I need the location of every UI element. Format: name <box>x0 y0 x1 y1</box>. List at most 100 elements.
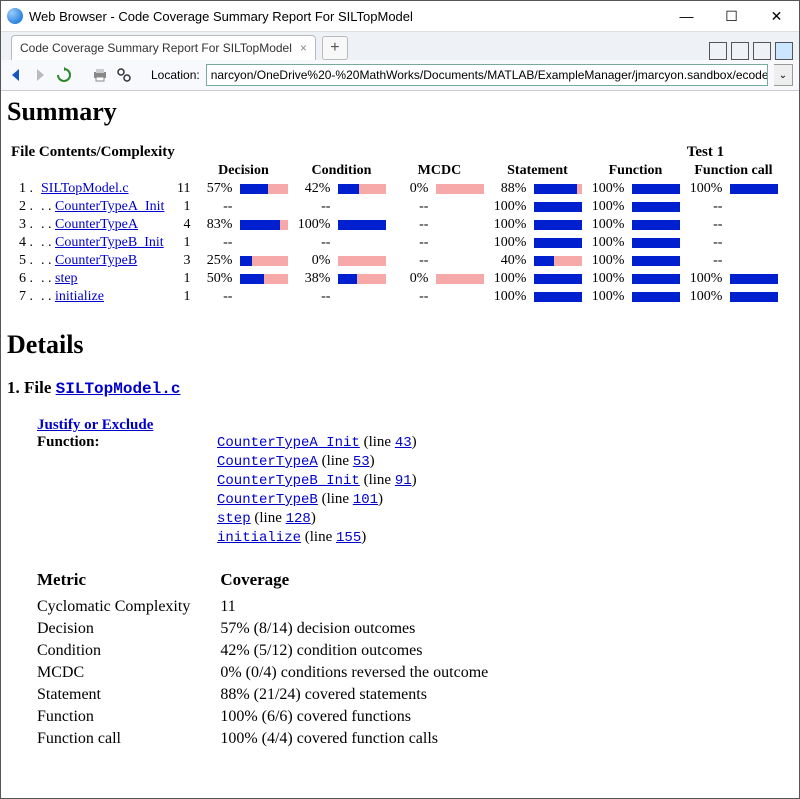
metric-name: Decision <box>37 618 220 640</box>
function-item: CounterTypeB_Init (line 91) <box>217 472 417 489</box>
line-link[interactable]: 128 <box>286 511 311 527</box>
func-link[interactable]: CounterTypeA_Init <box>55 199 164 214</box>
line-link[interactable]: 43 <box>395 435 412 451</box>
layout-grid-icon[interactable] <box>709 42 727 60</box>
func-link[interactable]: CounterTypeA <box>55 217 138 232</box>
function-link[interactable]: CounterTypeA <box>217 454 318 470</box>
location-input[interactable]: narcyon/OneDrive%20-%20MathWorks/Documen… <box>206 64 768 86</box>
metric-row: Function call100% (4/4) covered function… <box>37 728 518 750</box>
function-link[interactable]: CounterTypeB_Init <box>217 473 360 489</box>
maximize-button[interactable]: ☐ <box>709 1 754 31</box>
coverage-bar <box>338 256 386 266</box>
test-head: Test 1 <box>628 143 782 162</box>
details-heading: Details <box>7 330 793 360</box>
file-link[interactable]: SILTopModel.c <box>41 181 129 196</box>
metric-value: 0% (0/4) conditions reversed the outcome <box>220 662 518 684</box>
details-file-heading: 1. File SILTopModel.c <box>7 378 793 398</box>
metric-name: Function call <box>37 728 220 750</box>
coverage-bar <box>534 256 582 266</box>
coverage-bar <box>534 184 582 194</box>
metric-row: Cyclomatic Complexity11 <box>37 596 518 618</box>
coverage-bar <box>534 202 582 212</box>
file-link[interactable]: SILTopModel.c <box>56 380 181 398</box>
function-item: CounterTypeB (line 101) <box>217 491 417 508</box>
metric-value: 57% (8/14) decision outcomes <box>220 618 518 640</box>
layout-split-icon[interactable] <box>731 42 749 60</box>
coverage-bar <box>632 202 680 212</box>
summary-header-row-2: Decision Condition MCDC Statement Functi… <box>7 162 782 180</box>
metric-row: MCDC0% (0/4) conditions reversed the out… <box>37 662 518 684</box>
col-decision: Decision <box>194 162 292 180</box>
summary-row: 1 .SILTopModel.c1157%42%0%88%100%100% <box>7 180 782 198</box>
function-link[interactable]: CounterTypeB <box>217 492 318 508</box>
coverage-bar <box>632 256 680 266</box>
function-link[interactable]: step <box>217 511 251 527</box>
metric-table: Metric Coverage Cyclomatic Complexity11D… <box>37 568 518 750</box>
back-button[interactable] <box>7 66 25 84</box>
summary-row: 5 .. . CounterTypeB325%0%--40%100%-- <box>7 252 782 270</box>
function-label: Function: <box>37 434 217 548</box>
print-button[interactable] <box>91 66 109 84</box>
func-link[interactable]: step <box>55 271 78 286</box>
coverage-bar <box>240 220 288 230</box>
layout-single-icon[interactable] <box>775 42 793 60</box>
window-title: Web Browser - Code Coverage Summary Repo… <box>29 9 664 24</box>
coverage-bar <box>730 292 778 302</box>
coverage-bar <box>534 274 582 284</box>
line-link[interactable]: 53 <box>353 454 370 470</box>
coverage-bar <box>632 220 680 230</box>
metric-row: Condition42% (5/12) condition outcomes <box>37 640 518 662</box>
metric-name: Statement <box>37 684 220 706</box>
coverage-bar <box>240 274 288 284</box>
layout-stack-icon[interactable] <box>753 42 771 60</box>
line-link[interactable]: 155 <box>336 530 361 546</box>
coverage-head: Coverage <box>220 568 518 596</box>
close-button[interactable]: ✕ <box>754 1 799 31</box>
coverage-bar <box>436 184 484 194</box>
line-link[interactable]: 91 <box>395 473 412 489</box>
col-statement: Statement <box>488 162 586 180</box>
coverage-bar <box>436 274 484 284</box>
minimize-button[interactable]: — <box>664 1 709 31</box>
coverage-bar <box>338 220 386 230</box>
app-window: Web Browser - Code Coverage Summary Repo… <box>0 0 800 799</box>
add-tab-button[interactable]: + <box>322 36 348 60</box>
col-mcdc: MCDC <box>390 162 488 180</box>
func-link[interactable]: initialize <box>55 289 104 304</box>
tab-close-icon[interactable]: × <box>300 41 307 55</box>
coverage-bar <box>632 184 680 194</box>
col-function: Function <box>586 162 684 180</box>
coverage-bar <box>534 292 582 302</box>
coverage-bar <box>534 238 582 248</box>
find-button[interactable] <box>115 66 133 84</box>
forward-button[interactable] <box>31 66 49 84</box>
tab-bar: Code Coverage Summary Report For SILTopM… <box>1 32 799 60</box>
tab-report[interactable]: Code Coverage Summary Report For SILTopM… <box>11 35 316 60</box>
func-link[interactable]: CounterTypeB <box>55 253 137 268</box>
function-list: CounterTypeA_Init (line 43)CounterTypeA … <box>217 434 417 548</box>
summary-row: 3 .. . CounterTypeA483%100%--100%100%-- <box>7 216 782 234</box>
justify-or-exclude-link[interactable]: Justify or Exclude <box>37 417 153 433</box>
reload-button[interactable] <box>55 66 73 84</box>
summary-header-row-1: File Contents/Complexity Test 1 <box>7 143 782 162</box>
location-dropdown-button[interactable]: ⌄ <box>774 64 793 86</box>
function-link[interactable]: initialize <box>217 530 301 546</box>
page-content[interactable]: Summary File Contents/Complexity Test 1 … <box>1 91 799 798</box>
metric-head: Metric <box>37 568 220 596</box>
function-block: Function: CounterTypeA_Init (line 43)Cou… <box>37 434 793 548</box>
function-item: step (line 128) <box>217 510 417 527</box>
metric-name: MCDC <box>37 662 220 684</box>
metric-value: 100% (6/6) covered functions <box>220 706 518 728</box>
metric-value: 42% (5/12) condition outcomes <box>220 640 518 662</box>
function-item: CounterTypeA_Init (line 43) <box>217 434 417 451</box>
coverage-bar <box>730 184 778 194</box>
metric-name: Function <box>37 706 220 728</box>
function-link[interactable]: CounterTypeA_Init <box>217 435 360 451</box>
file-contents-head: File Contents/Complexity <box>7 143 194 162</box>
metric-value: 100% (4/4) covered function calls <box>220 728 518 750</box>
globe-icon <box>7 8 23 24</box>
func-link[interactable]: CounterTypeB_Init <box>55 235 164 250</box>
metric-value: 88% (21/24) covered statements <box>220 684 518 706</box>
line-link[interactable]: 101 <box>353 492 378 508</box>
coverage-bar <box>632 292 680 302</box>
